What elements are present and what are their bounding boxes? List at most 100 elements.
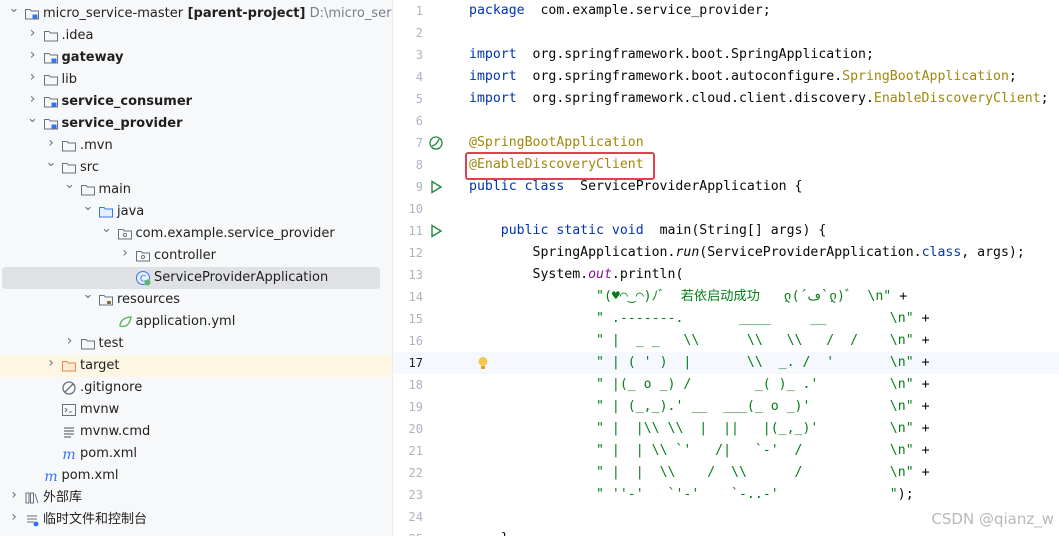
spring-bean-icon[interactable] xyxy=(428,135,444,151)
chevron-right-icon[interactable]: › xyxy=(45,136,57,150)
tree-item[interactable]: m pom.xml xyxy=(0,465,392,487)
code-line[interactable]: " | | \\ `' /| `-' / \n" + xyxy=(469,440,929,462)
chevron-right-icon[interactable]: › xyxy=(8,488,20,502)
code-token: @SpringBootApplication xyxy=(469,135,644,150)
code-token: + xyxy=(913,399,930,414)
code-line[interactable]: } xyxy=(469,528,509,536)
module-folder-icon xyxy=(43,50,59,66)
chevron-down-icon[interactable]: ⌄ xyxy=(27,112,39,125)
code-line[interactable]: SpringApplication.run(ServiceProviderApp… xyxy=(469,242,1025,264)
code-token: " | _ _ \\ \\ \\ / / \n" xyxy=(596,333,914,348)
chevron-right-icon[interactable]: › xyxy=(27,48,39,62)
tree-item[interactable]: › target xyxy=(0,355,392,377)
code-token: " | |\\ \\ | || |(_,_)' \n" xyxy=(596,421,914,436)
chevron-down-icon[interactable]: ⌄ xyxy=(45,156,57,169)
code-line[interactable]: " | (_,_).' __ ___(_ o _)' \n" + xyxy=(469,396,930,418)
code-token: com.example.service_provider; xyxy=(524,3,771,18)
tree-item[interactable]: › lib xyxy=(0,69,392,91)
chevron-down-icon[interactable]: ⌄ xyxy=(82,200,94,213)
chevron-down-icon[interactable]: ⌄ xyxy=(101,222,113,235)
tree-item[interactable]: ⌄ service_provider xyxy=(0,112,392,135)
line-number: 2 xyxy=(415,26,423,40)
chevron-right-icon[interactable]: › xyxy=(119,246,131,260)
code-line[interactable]: public static void main(String[] args) { xyxy=(469,220,827,242)
line-number: 17 xyxy=(408,356,423,370)
code-line[interactable]: "(♥◠‿◠)ﾉﾞ 若依启动成功 ლ(´ڡ`ლ)ﾞ \n" + xyxy=(469,286,907,308)
code-line[interactable]: " | _ _ \\ \\ \\ / / \n" + xyxy=(469,330,929,352)
code-token: } xyxy=(469,531,509,536)
code-line[interactable]: System.out.println( xyxy=(469,264,684,286)
tree-item[interactable]: › 临时文件和控制台 xyxy=(0,509,392,531)
tree-item[interactable]: ⌄ com.example.service_provider xyxy=(0,222,392,245)
line-number: 13 xyxy=(408,268,423,282)
chevron-right-icon[interactable]: › xyxy=(27,70,39,84)
code-line[interactable]: @EnableDiscoveryClient xyxy=(469,154,644,176)
spring-config-icon xyxy=(117,314,133,330)
tree-item[interactable]: ⌄ micro_service-master [parent-project] D… xyxy=(0,2,392,25)
chevron-right-icon[interactable]: › xyxy=(27,26,39,40)
code-token: + xyxy=(913,377,930,392)
run-icon[interactable] xyxy=(428,223,444,239)
tree-item[interactable]: › controller xyxy=(0,245,392,267)
tree-item-label: 临时文件和控制台 xyxy=(43,512,148,527)
code-line[interactable]: @SpringBootApplication xyxy=(469,132,644,154)
run-icon[interactable] xyxy=(428,179,444,195)
code-line[interactable]: " .-------. ____ __ \n" + xyxy=(469,308,929,330)
tree-item[interactable]: › gateway xyxy=(0,47,392,69)
tree-item[interactable]: application.yml xyxy=(0,311,392,333)
code-line[interactable]: public class ServiceProviderApplication … xyxy=(469,176,802,198)
line-number: 16 xyxy=(408,334,423,348)
tree-item[interactable]: ⌄ resources xyxy=(0,288,392,311)
code-line[interactable]: package com.example.service_provider; xyxy=(469,0,771,22)
tree-item-label: pom.xml xyxy=(80,446,137,461)
line-number: 7 xyxy=(415,136,423,150)
code-token: import xyxy=(469,91,517,106)
code-line[interactable]: import org.springframework.cloud.client.… xyxy=(469,88,1049,110)
tree-item[interactable]: mvnw xyxy=(0,399,392,421)
code-line[interactable]: " ''-' `'-' `-..-' "); xyxy=(469,484,914,506)
tree-item[interactable]: › test xyxy=(0,333,392,355)
svg-text:m: m xyxy=(62,447,75,462)
terminal-file-icon xyxy=(61,402,77,418)
code-line[interactable]: " | ( ' ) | \\ _. / ' \n" + xyxy=(469,352,929,374)
code-token: + xyxy=(891,289,908,304)
line-number: 21 xyxy=(408,444,423,458)
code-line[interactable]: " | | \\ / \\ / \n" + xyxy=(469,462,929,484)
chevron-down-icon[interactable]: ⌄ xyxy=(82,288,94,301)
code-line[interactable]: " |(_ o _) / _( )_ .' \n" + xyxy=(469,374,930,396)
line-number: 3 xyxy=(415,48,423,62)
tree-item[interactable]: › .mvn xyxy=(0,135,392,157)
chevron-down-icon[interactable]: ⌄ xyxy=(8,2,20,15)
code-line[interactable]: import org.springframework.boot.SpringAp… xyxy=(469,44,874,66)
chevron-down-icon[interactable]: ⌄ xyxy=(64,178,76,191)
tree-item[interactable]: .gitignore xyxy=(0,377,392,399)
code-line[interactable]: " | |\\ \\ | || |(_,_)' \n" + xyxy=(469,418,929,440)
line-number: 23 xyxy=(408,488,423,502)
code-line[interactable]: import org.springframework.boot.autoconf… xyxy=(469,66,1017,88)
chevron-right-icon[interactable]: › xyxy=(64,334,76,348)
tree-item[interactable]: m pom.xml xyxy=(0,443,392,465)
tree-item[interactable]: ⌄ src xyxy=(0,156,392,179)
chevron-right-icon[interactable]: › xyxy=(27,92,39,106)
code-token: EnableDiscoveryClient xyxy=(873,91,1041,106)
module-path: D:\micro_service- xyxy=(309,6,392,21)
folder-icon xyxy=(80,182,96,198)
text-file-icon xyxy=(61,424,77,440)
tree-item[interactable]: › 外部库 xyxy=(0,487,392,509)
tree-item[interactable]: › .idea xyxy=(0,25,392,47)
code-editor[interactable]: 1 package com.example.service_provider; 2 3… xyxy=(393,0,1059,536)
tree-item[interactable]: ⌄ main xyxy=(0,178,392,201)
tree-item[interactable]: mvnw.cmd xyxy=(0,421,392,443)
svg-text:m: m xyxy=(44,469,57,484)
line-number: 15 xyxy=(408,312,423,326)
tree-item[interactable]: C ServiceProviderApplication xyxy=(2,267,380,289)
tree-item[interactable]: ⌄ java xyxy=(0,200,392,223)
code-token: " .-------. ____ __ \n" xyxy=(596,311,914,326)
chevron-right-icon[interactable]: › xyxy=(8,510,20,524)
tree-item[interactable]: › service_consumer xyxy=(0,91,392,113)
chevron-right-icon[interactable]: › xyxy=(45,356,57,370)
